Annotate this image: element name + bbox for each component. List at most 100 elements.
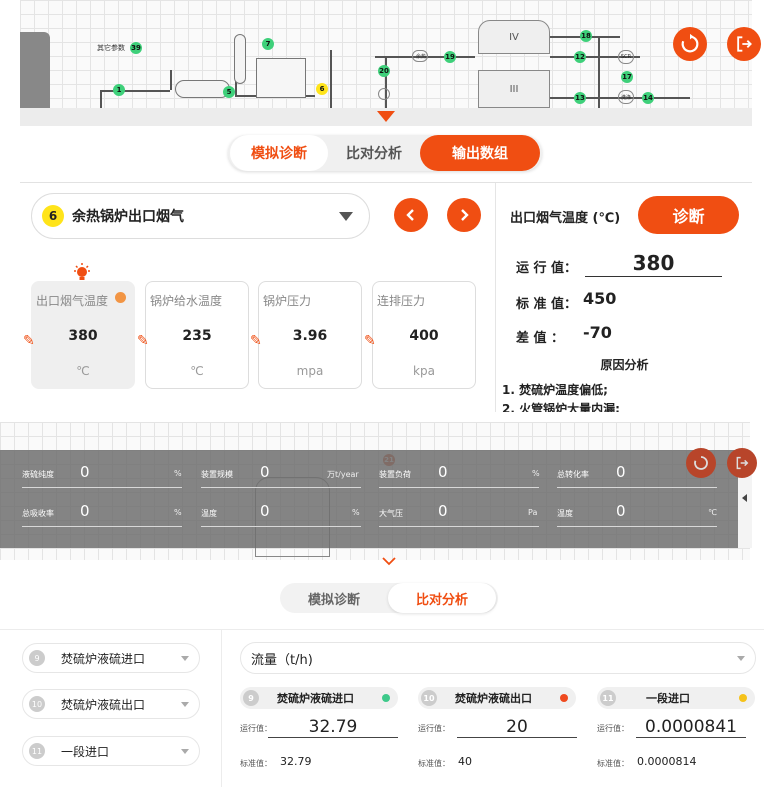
compare-std-label: 标准值： (240, 759, 272, 768)
card-unit: ℃ (190, 364, 204, 378)
flow-select[interactable]: 流量（t/h) (240, 642, 756, 674)
std-value: 450 (583, 289, 617, 308)
equipment-circle-scr: SCR (618, 50, 634, 64)
overlay-label: 温度 (201, 509, 217, 518)
card-value: 380 (68, 328, 98, 344)
diagram-node[interactable]: 1 (113, 84, 125, 96)
compare-header: 10 焚硫炉液硫出口 (418, 687, 576, 709)
collapse-arrow-icon[interactable] (377, 111, 395, 122)
overlay-value[interactable]: 0 (438, 502, 448, 520)
diagram-node[interactable]: 19 (444, 51, 456, 63)
overlay-value[interactable]: 0 (80, 463, 90, 481)
tab-compare-2[interactable]: 比对分析 (388, 583, 496, 613)
flow-select-label: 流量（t/h) (251, 652, 313, 668)
compare-name: 焚硫炉液硫进口 (277, 692, 354, 705)
edit-pencil-icon[interactable]: ✎ (23, 333, 35, 349)
section-divider-2 (0, 629, 764, 630)
overlay-value[interactable]: 0 (80, 502, 90, 520)
diagram-node[interactable]: 5 (223, 86, 235, 98)
compare-name: 一段进口 (646, 692, 690, 705)
refresh-icon (694, 456, 708, 470)
diagram-node-selected[interactable]: 6 (316, 83, 328, 95)
overlay-value[interactable]: 0 (260, 463, 270, 481)
diagram-side-handle[interactable] (20, 32, 50, 108)
param-card[interactable]: 连排压力 400 kpa (372, 281, 476, 389)
exit-icon (736, 456, 749, 470)
point-select-label: 一段进口 (61, 744, 110, 759)
diagram-node[interactable]: 14 (642, 92, 654, 104)
point-badge: 10 (29, 696, 45, 712)
other-params-badge[interactable]: 39 (130, 42, 142, 54)
param-card[interactable]: 锅炉给水温度 235 ℃ (145, 281, 249, 389)
cause-item: 2. 火管锅炉大量内漏; (502, 402, 620, 412)
dropdown-arrow-icon (181, 656, 189, 661)
status-dot (115, 292, 126, 303)
expand-chevron-icon[interactable] (382, 551, 396, 570)
edit-pencil-icon[interactable]: ✎ (137, 333, 149, 349)
compare-name: 焚硫炉液硫出口 (455, 692, 532, 705)
diagram-node[interactable]: 12 (574, 51, 586, 63)
refresh-button-dim[interactable] (686, 448, 716, 478)
point-select-label: 焚硫炉液硫出口 (61, 697, 146, 712)
diagram-node[interactable]: 20 (378, 65, 390, 77)
compare-badge: 9 (243, 690, 259, 706)
compare-panel: 21 液硫纯度 0 % 装置规模 0 万t/year 装置负荷 0 % 总转化率… (0, 412, 764, 787)
diagram-node[interactable]: 17 (621, 71, 633, 83)
compare-std-label: 标准值： (418, 759, 450, 768)
overlay-unit: % (352, 508, 360, 517)
diagram-node[interactable]: 7 (262, 38, 274, 50)
prev-button[interactable] (394, 198, 428, 232)
overlay-value[interactable]: 0 (260, 502, 270, 520)
refresh-button[interactable] (673, 27, 707, 61)
card-unit: kpa (413, 364, 435, 378)
overlay-unit: % (532, 469, 540, 478)
compare-std-value: 40 (458, 755, 472, 768)
card-unit: ℃ (76, 364, 90, 378)
card-value: 235 (182, 328, 212, 344)
diagram-node[interactable]: 18 (580, 30, 592, 42)
compare-header: 9 焚硫炉液硫进口 (240, 687, 398, 709)
diagnose-button[interactable]: 诊断 (638, 196, 739, 234)
tab-output[interactable]: 输出数组 (420, 135, 540, 171)
compare-dot (739, 694, 747, 702)
point-select-label: 焚硫炉液硫进口 (61, 651, 146, 666)
edit-pencil-icon[interactable]: ✎ (364, 333, 376, 349)
process-diagram: 其它参数 39 余热 IV III SCR 洗涤 1 5 7 6 20 19 1… (20, 0, 752, 108)
compressor-block (256, 58, 306, 98)
compare-std-value: 0.0000814 (637, 755, 697, 768)
tab-simulate-2[interactable]: 模拟诊断 (280, 583, 388, 613)
edit-pencil-icon[interactable]: ✎ (250, 333, 262, 349)
tab-simulate[interactable]: 模拟诊断 (230, 135, 328, 171)
point-select[interactable]: 11 一段进口 (22, 736, 200, 766)
cause-item: 1. 焚硫炉温度偏低; (502, 383, 608, 397)
overlay-value[interactable]: 0 (438, 463, 448, 481)
diff-value-label: 差 值 ： (516, 331, 565, 346)
next-button[interactable] (447, 198, 481, 232)
point-selector[interactable]: 6 余热锅炉出口烟气 (31, 193, 370, 239)
dropdown-arrow-icon (339, 212, 353, 221)
exit-button[interactable] (727, 27, 761, 61)
point-select[interactable]: 9 焚硫炉液硫进口 (22, 643, 200, 673)
mode-tabs-2: 模拟诊断 比对分析 (280, 583, 498, 613)
card-label: 锅炉压力 (263, 294, 312, 308)
diagram-node[interactable]: 13 (574, 92, 586, 104)
result-title: 出口烟气温度 (℃) (510, 211, 621, 226)
overlay-value[interactable]: 0 (616, 502, 626, 520)
overlay-value[interactable]: 0 (616, 463, 626, 481)
overlay-label: 总转化率 (557, 470, 589, 479)
param-card[interactable]: 出口烟气温度 380 ℃ (31, 281, 135, 389)
tab-compare[interactable]: 比对分析 (328, 135, 420, 171)
overlay-unit: % (174, 508, 182, 517)
exit-button-dim[interactable] (727, 448, 757, 478)
dropdown-arrow-icon (181, 702, 189, 707)
other-params-label: 其它参数 (97, 44, 125, 52)
equipment-circle-wash: 洗涤 (618, 90, 634, 104)
point-badge: 11 (29, 743, 45, 759)
compare-std-value: 32.79 (280, 755, 312, 768)
param-card[interactable]: 锅炉压力 3.96 mpa (258, 281, 362, 389)
compare-dot (560, 694, 568, 702)
point-select[interactable]: 10 焚硫炉液硫出口 (22, 689, 200, 719)
compare-run-value: 32.79 (268, 717, 398, 738)
diff-value: -70 (583, 323, 612, 342)
point-badge: 9 (29, 650, 45, 666)
